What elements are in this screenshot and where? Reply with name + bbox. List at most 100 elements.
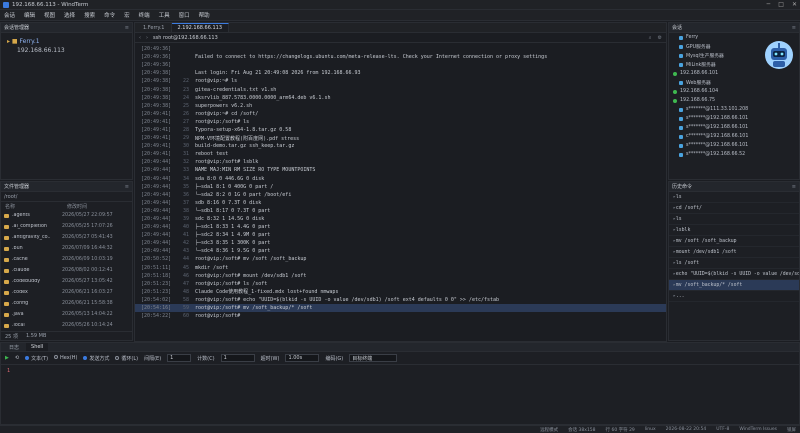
line-text: Last login: Fri Aug 21 20:49:08 2026 fro… xyxy=(195,70,361,77)
close-icon[interactable]: ✕ xyxy=(792,1,797,8)
panel-menu-icon[interactable]: ≡ xyxy=(792,184,796,190)
tab-ferry[interactable]: 1.Ferry.1 xyxy=(137,23,172,32)
status-item[interactable]: 会话 38x158 xyxy=(568,427,595,433)
menu-session[interactable]: 会话 xyxy=(4,11,15,19)
line-timestamp: [20:49:41] xyxy=(141,143,172,150)
clear-icon[interactable]: ⟲ xyxy=(15,355,19,361)
settings-icon[interactable]: ⚙ xyxy=(658,35,662,41)
quick-session-item[interactable]: s*******@111.33.101.208 xyxy=(669,105,799,114)
maximize-icon[interactable]: □ xyxy=(778,1,784,8)
history-item[interactable]: ▸ mount /dev/sdb1 /soft xyxy=(669,247,799,258)
session-item-host[interactable]: 192.168.66.113 xyxy=(7,46,126,55)
history-item[interactable]: ▸ ls xyxy=(669,214,799,225)
menu-command[interactable]: 命令 xyxy=(104,11,115,19)
panel-menu-icon[interactable]: ≡ xyxy=(792,25,796,31)
menu-view[interactable]: 视图 xyxy=(44,11,55,19)
timeout-input[interactable]: 1.00s xyxy=(285,354,320,362)
menu-help[interactable]: 帮助 xyxy=(199,11,210,19)
file-row[interactable]: .cache 2026/06/09 10:03:19 xyxy=(1,254,132,265)
history-item[interactable]: ▸ cd /soft/ xyxy=(669,203,799,214)
terminal-line: [20:49:38] 25 superpowers v6.2.sh xyxy=(135,102,666,110)
col-date[interactable]: 修改时间 xyxy=(67,203,87,210)
panel-menu-icon[interactable]: ≡ xyxy=(125,184,129,190)
file-row[interactable]: .config 2026/06/21 15:58:38 xyxy=(1,298,132,309)
status-item[interactable]: WindTerm Issues xyxy=(739,427,777,433)
app-logo-icon xyxy=(3,1,9,8)
status-item[interactable]: 远程模式 xyxy=(540,427,558,433)
address-text[interactable]: ssh root@192.168.66.113 xyxy=(153,35,218,41)
interval-input[interactable]: 1 xyxy=(167,354,192,362)
menu-edit[interactable]: 编辑 xyxy=(24,11,35,19)
quick-session-item[interactable]: s*******@192.168.66.101 xyxy=(669,123,799,132)
send-input[interactable]: 1 xyxy=(1,365,799,377)
tab-host[interactable]: 2.192.168.66.113 xyxy=(171,23,230,32)
file-path-input[interactable]: /root/ xyxy=(1,192,132,202)
history-item[interactable]: ▸ mv /soft /soft_backup xyxy=(669,236,799,247)
history-item[interactable]: ▸ mv /soft_backup/* /soft xyxy=(669,280,799,291)
option-text[interactable]: 文本(T) xyxy=(25,355,48,362)
option-send-mode[interactable]: 发送方式 xyxy=(83,355,109,362)
tab-shell[interactable]: Shell xyxy=(26,343,49,351)
option-loop[interactable]: 循环(L) xyxy=(115,355,138,362)
tab-log[interactable]: 日志 xyxy=(4,343,24,351)
status-item[interactable]: 行 60 字符 29 xyxy=(606,427,635,433)
file-row[interactable]: .local 2026/05/26 10:14:24 xyxy=(1,320,132,331)
file-row[interactable]: .ai_completion 2026/05/25 17:07:26 xyxy=(1,221,132,232)
line-text: root@vip:~# cd /soft/ xyxy=(195,110,259,117)
status-item[interactable]: 锁屏 xyxy=(787,427,796,433)
quick-session-item[interactable]: c*******@192.168.66.101 xyxy=(669,132,799,141)
menu-window[interactable]: 窗口 xyxy=(179,11,190,19)
radio-icon xyxy=(83,355,88,360)
session-folder-ferry[interactable]: ▸ ■ Ferry.1 xyxy=(7,37,126,46)
file-row[interactable]: .java 2026/05/13 14:04:22 xyxy=(1,309,132,320)
run-icon[interactable]: ▶ xyxy=(5,355,9,361)
terminal-line: [20:49:41] 28 Typora-setup-x64-1.8.tar.gz … xyxy=(135,126,666,134)
quick-session-item[interactable]: 192.168.66.104 xyxy=(669,87,799,96)
minimize-icon[interactable]: ─ xyxy=(767,1,771,8)
assistant-robot-icon[interactable] xyxy=(762,37,796,71)
quick-session-label: 192.168.66.75 xyxy=(680,98,716,103)
search-icon[interactable]: ⌕ xyxy=(649,35,652,41)
history-item[interactable]: ▸ ls /soft xyxy=(669,258,799,269)
history-item[interactable]: ▸ lsblk xyxy=(669,225,799,236)
history-item[interactable]: ▸ ls xyxy=(669,192,799,203)
quick-session-item[interactable]: Web服务器 xyxy=(669,78,799,87)
file-manager-title: 文件管理器 xyxy=(4,184,30,190)
forward-icon[interactable]: › xyxy=(146,35,148,41)
col-name[interactable]: 名称 xyxy=(5,203,61,210)
file-row[interactable]: .antigravity_co.. 2026/05/27 05:41:43 xyxy=(1,232,132,243)
file-row[interactable]: .codebuddy 2026/05/27 13:05:42 xyxy=(1,276,132,287)
file-row[interactable]: .claude 2026/08/02 00:12:41 xyxy=(1,265,132,276)
file-row[interactable]: .codex 2026/06/21 16:03:27 xyxy=(1,287,132,298)
menu-select[interactable]: 选择 xyxy=(64,11,75,19)
status-item[interactable]: 2026-08-22 20:54 xyxy=(666,427,707,433)
folder-icon xyxy=(4,279,9,284)
file-footer: 25 项 1.59 MB xyxy=(1,331,132,340)
menu-tools[interactable]: 工具 xyxy=(159,11,170,19)
status-item[interactable]: UTF-8 xyxy=(716,427,729,433)
count-input[interactable]: 1 xyxy=(220,354,255,362)
line-timestamp: [20:49:44] xyxy=(141,199,172,206)
menu-macro[interactable]: 宏 xyxy=(124,11,130,19)
option-hex[interactable]: Hex(H) xyxy=(54,355,77,361)
menu-terminal[interactable]: 终端 xyxy=(139,11,150,19)
file-row[interactable]: .bun 2026/07/09 16:44:32 xyxy=(1,243,132,254)
terminal-line: [20:49:36] Failed to connect to https://c… xyxy=(135,53,666,61)
file-row[interactable]: .agents 2026/05/27 22:09:57 xyxy=(1,210,132,221)
quick-session-item[interactable]: s*******@192.168.66.52 xyxy=(669,150,799,159)
line-timestamp: [20:49:41] xyxy=(141,151,172,158)
history-item[interactable]: ▸ ... xyxy=(669,291,799,302)
session-manager-title: 会话管理器 xyxy=(4,25,30,31)
quick-session-item[interactable]: 192.168.66.75 xyxy=(669,96,799,105)
quick-session-item[interactable]: s*******@192.168.66.101 xyxy=(669,141,799,150)
panel-menu-icon[interactable]: ≡ xyxy=(125,25,129,31)
back-icon[interactable]: ‹ xyxy=(139,35,141,41)
quick-session-item[interactable]: s*******@192.168.66.101 xyxy=(669,114,799,123)
menu-search[interactable]: 搜索 xyxy=(84,11,95,19)
terminal-output[interactable]: [20:49:36] [20:49:36] Failed to connect to… xyxy=(135,45,666,320)
line-text: root@vip:/soft# mv /soft_backup/* /soft xyxy=(195,305,313,312)
history-item[interactable]: ▸ echo "UUID=$(blkid -s UUID -o value /d… xyxy=(669,269,799,280)
status-item[interactable]: linux xyxy=(645,427,656,433)
encoding-select[interactable]: 目标终端 xyxy=(349,354,398,362)
line-timestamp: [20:49:44] xyxy=(141,167,172,174)
